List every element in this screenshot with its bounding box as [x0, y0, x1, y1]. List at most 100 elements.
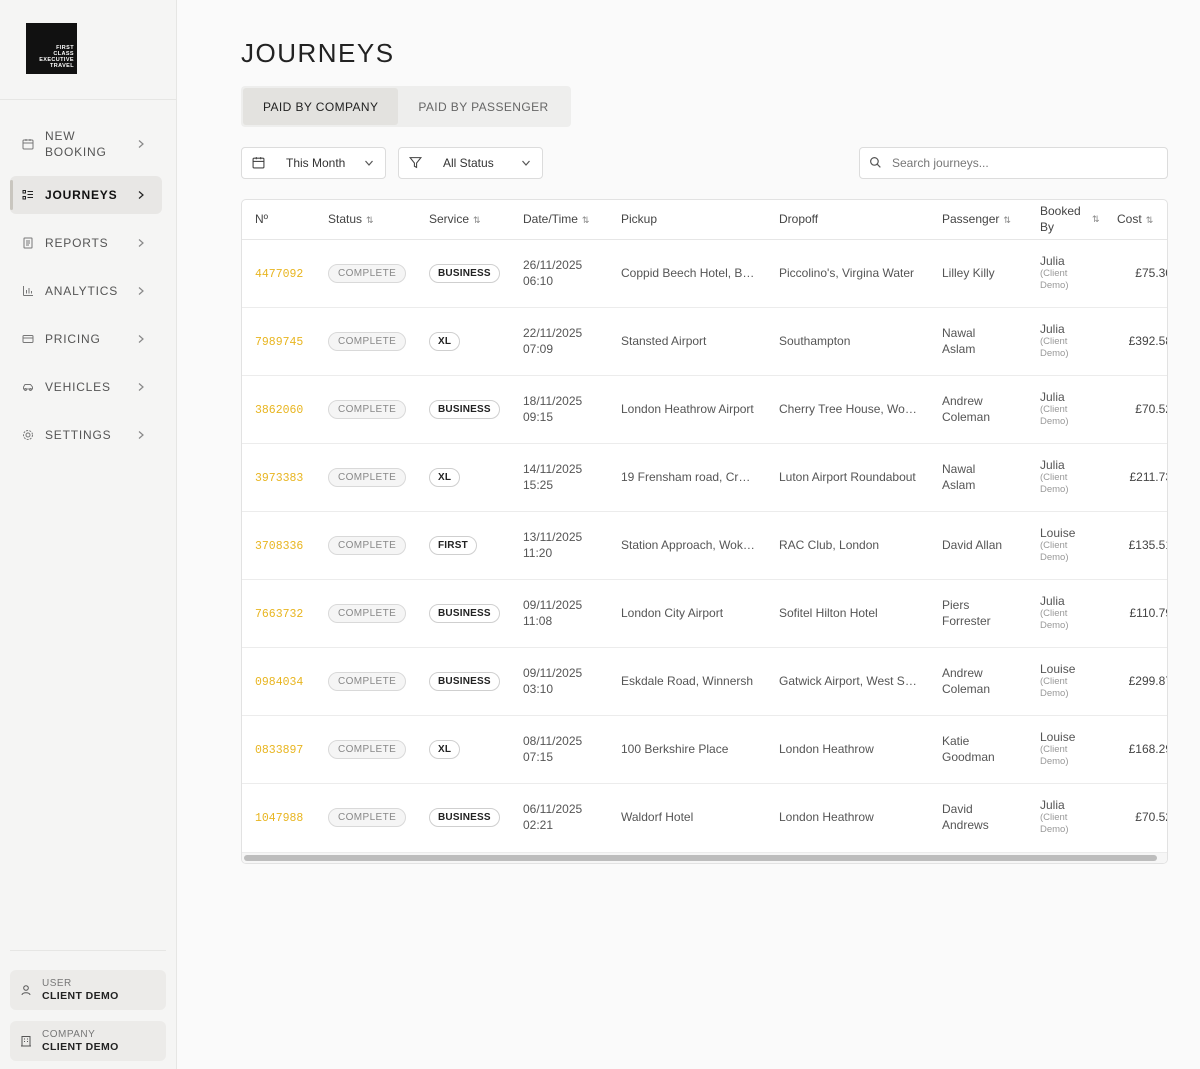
table-header-row: Nº Status ⇅ Service ⇅ Date/Time ⇅ Pickup Dr…	[242, 200, 1167, 240]
journey-id-link[interactable]: 3708336	[255, 540, 303, 553]
sidebar-item-journeys[interactable]: JOURNEYS	[10, 176, 162, 214]
booked-by-cell: Julia (Client Demo)	[1027, 443, 1115, 512]
header-label: Status	[328, 212, 363, 227]
journey-id-cell[interactable]: 3708336	[242, 511, 315, 580]
journey-id-link[interactable]: 4477092	[255, 268, 303, 281]
dropoff-location: Piccolino's, Virgina Water	[779, 266, 915, 280]
sidebar-item-label: JOURNEYS	[45, 188, 118, 202]
journey-id-cell[interactable]: 1047988	[242, 783, 315, 851]
sidebar-item-label: ANALYTICS	[45, 284, 118, 298]
passenger-name: Andrew Coleman	[942, 394, 991, 424]
booked-by-cell: Louise (Client Demo)	[1027, 511, 1115, 580]
datetime-cell: 09/11/2025 11:08	[510, 579, 608, 648]
booked-by-name: Julia	[1040, 390, 1065, 404]
dropoff-cell: London Heathrow	[769, 783, 929, 851]
journey-id-link[interactable]: 7663732	[255, 608, 303, 621]
sidebar-footer: USER CLIENT DEMO COMPANY CLIENT DEMO	[10, 950, 166, 1069]
sidebar-item-reports[interactable]: REPORTS	[10, 224, 162, 262]
sidebar-item-label: NEW BOOKING	[45, 129, 107, 159]
journey-id-cell[interactable]: 7663732	[242, 579, 315, 648]
service-badge: BUSINESS	[429, 263, 500, 283]
company-logo[interactable]: FIRST CLASS EXECUTIVE TRAVEL	[26, 23, 77, 74]
sidebar-item-vehicles[interactable]: VEHICLES	[10, 368, 162, 406]
table-row[interactable]: 3862060 COMPLETE BUSINESS 18/11/2025 09:15 Lo…	[242, 375, 1167, 444]
header-label: Pickup	[621, 212, 658, 227]
passenger-cell: Andrew Coleman	[929, 375, 1027, 444]
passenger-cell: Andrew Coleman	[929, 647, 1027, 716]
journey-id-cell[interactable]: 0984034	[242, 647, 315, 716]
bar-chart-icon	[22, 284, 36, 298]
journey-time: 11:20	[523, 546, 553, 560]
journey-id-cell[interactable]: 3862060	[242, 375, 315, 444]
journey-date: 06/11/2025	[523, 802, 583, 817]
journey-id-link[interactable]: 3862060	[255, 404, 303, 417]
table-row[interactable]: 0984034 COMPLETE BUSINESS 09/11/2025 03:10 Es…	[242, 647, 1167, 716]
sidebar-item-pricing[interactable]: PRICING	[10, 320, 162, 358]
page-title: JOURNEYS	[241, 38, 395, 68]
status-cell: COMPLETE	[315, 783, 416, 851]
column-header-cost[interactable]: Cost ⇅	[1115, 200, 1167, 240]
journey-id-link[interactable]: 0984034	[255, 676, 303, 689]
column-header-datetime[interactable]: Date/Time ⇅	[510, 200, 608, 240]
status-filter-dropdown[interactable]: All Status	[398, 147, 543, 179]
journey-cost: £168.29	[1128, 742, 1168, 756]
dropoff-location: Cherry Tree House, Wokingham	[779, 402, 917, 416]
journey-id-link[interactable]: 1047988	[255, 812, 303, 825]
booked-by-company: (Client Demo)	[1040, 676, 1069, 699]
table-row[interactable]: 4477092 COMPLETE BUSINESS 26/11/2025 06:10 Co…	[242, 239, 1167, 308]
user-icon	[20, 984, 32, 996]
table-row[interactable]: 0833897 COMPLETE XL 08/11/2025 07:15 100 Berk…	[242, 715, 1168, 784]
date-filter-dropdown[interactable]: This Month	[241, 147, 386, 179]
datetime-cell: 13/11/2025 11:20	[510, 511, 608, 580]
journey-id-link[interactable]: 7989745	[255, 336, 303, 349]
pickup-location: Coppid Beech Hotel, Bracknell	[621, 266, 757, 280]
table-row[interactable]: 3708336 COMPLETE FIRST 13/11/2025 11:20 Stati…	[242, 511, 1167, 580]
datetime-cell: 08/11/2025 07:15	[510, 715, 608, 784]
dropoff-location: Luton Airport Roundabout	[779, 470, 916, 484]
tab-paid-by-passenger[interactable]: PAID BY PASSENGER	[398, 88, 568, 125]
datetime-cell: 06/11/2025 02:21	[510, 783, 608, 851]
journey-id-cell[interactable]: 0833897	[242, 715, 315, 784]
journey-id-cell[interactable]: 7989745	[242, 307, 315, 376]
status-badge: COMPLETE	[328, 331, 407, 351]
column-header-service[interactable]: Service ⇅	[416, 200, 510, 240]
chevron-right-icon	[136, 189, 148, 201]
column-header-status[interactable]: Status ⇅	[315, 200, 416, 240]
user-card[interactable]: USER CLIENT DEMO	[10, 970, 166, 1010]
sort-icon: ⇅	[366, 215, 374, 226]
journey-id-cell[interactable]: 3973383	[242, 443, 315, 512]
table-row[interactable]: 3973383 COMPLETE XL 14/11/2025 15:25 19 Frens…	[242, 443, 1167, 512]
cost-cell: £75.30	[1115, 239, 1167, 308]
booked-by-name: Louise	[1040, 662, 1076, 676]
journey-date: 13/11/2025	[523, 530, 583, 544]
sidebar-item-analytics[interactable]: ANALYTICS	[10, 272, 162, 310]
journey-id-cell[interactable]: 4477092	[242, 239, 315, 308]
header-label: Service	[429, 212, 470, 227]
column-header-passenger[interactable]: Passenger ⇅	[929, 200, 1027, 240]
header-label: Date/Time	[523, 212, 578, 227]
booked-by-company: (Client Demo)	[1040, 268, 1069, 291]
pickup-location: London City Airport	[621, 606, 724, 620]
search-input[interactable]	[892, 156, 1152, 170]
horizontal-scrollbar-thumb[interactable]	[244, 855, 1157, 861]
booked-by-cell: Louise (Client Demo)	[1027, 715, 1115, 784]
tab-paid-by-company[interactable]: PAID BY COMPANY	[243, 88, 399, 125]
journey-id-link[interactable]: 3973383	[255, 472, 303, 485]
passenger-cell: Piers Forrester	[929, 579, 1027, 648]
column-header-booked-by[interactable]: Booked By ⇅	[1027, 200, 1115, 240]
table-row[interactable]: 1047988 COMPLETE BUSINESS 06/11/2025 02:21 Wa…	[242, 783, 1167, 851]
company-card[interactable]: COMPANY CLIENT DEMO	[10, 1021, 166, 1061]
datetime-cell: 14/11/2025 15:25	[510, 443, 608, 512]
journey-time: 11:08	[523, 614, 553, 628]
status-badge: COMPLETE	[328, 739, 407, 759]
journey-time: 03:10	[523, 682, 554, 696]
table-row[interactable]: 7989745 COMPLETE XL 22/11/2025 07:09 Stansted…	[242, 307, 1167, 376]
booked-by-company: (Client Demo)	[1040, 812, 1069, 836]
sort-icon: ⇅	[1092, 214, 1100, 225]
booked-by-company: (Client Demo)	[1040, 404, 1069, 427]
table-row[interactable]: 7663732 COMPLETE BUSINESS 09/11/2025 11:08 Lo…	[242, 579, 1167, 648]
sidebar-item-new-booking[interactable]: NEW BOOKING	[10, 122, 162, 166]
journey-id-link[interactable]: 0833897	[255, 744, 303, 757]
service-cell: BUSINESS	[416, 239, 510, 308]
sidebar-item-settings[interactable]: SETTINGS	[10, 416, 162, 454]
